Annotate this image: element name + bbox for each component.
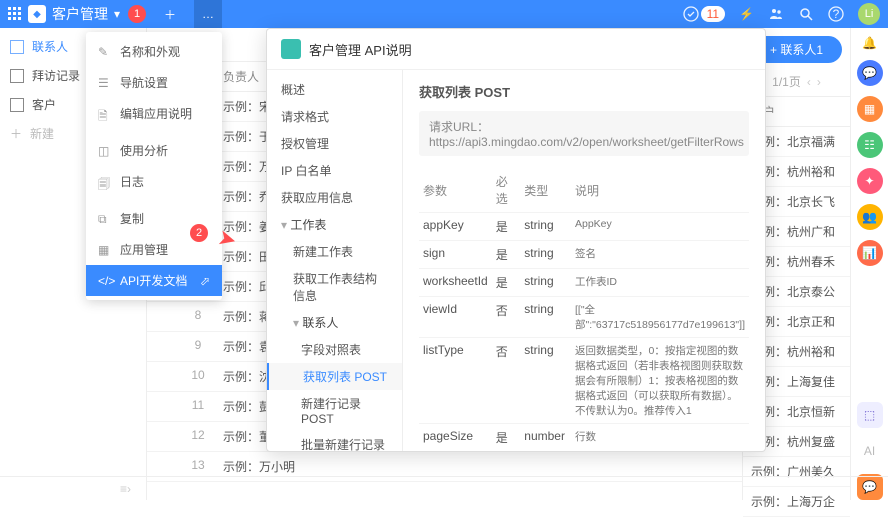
param-row: viewId否string[["全部":"63717c518956177d7e1…: [419, 297, 749, 338]
param-row: sign是string签名: [419, 241, 749, 269]
mi-log[interactable]: 🗐日志: [86, 166, 222, 197]
apin-wsstruct[interactable]: 获取工作表结构信息: [267, 265, 402, 309]
apin-newrec[interactable]: 新建行记录 POST: [267, 390, 402, 431]
nav-icon: ☰: [98, 76, 112, 90]
mi-usage[interactable]: ◫使用分析: [86, 135, 222, 166]
notif-count[interactable]: 11: [701, 6, 725, 22]
apin-worksheet[interactable]: ▾ 工作表: [267, 211, 402, 238]
params-table: 参数 必选 类型 说明 appKey是stringAppKeysign是stri…: [419, 168, 749, 451]
app-icon-3[interactable]: ☷: [857, 132, 883, 158]
help-icon[interactable]: ?: [828, 6, 844, 22]
param-row: listType否string返回数据类型，0：按指定视图的数据格式返回（若非表…: [419, 338, 749, 424]
api-content: 获取列表 POST 请求URL：https://api3.mingdao.com…: [403, 70, 765, 451]
apin-auth[interactable]: 授权管理: [267, 130, 402, 157]
nav-label: 拜访记录: [32, 67, 80, 84]
apin-fieldmap[interactable]: 字段对照表: [267, 336, 402, 363]
app-icon-7[interactable]: ⬚: [857, 402, 883, 428]
bell-icon[interactable]: 🔔: [862, 36, 877, 50]
badge-1: 1: [128, 5, 146, 23]
param-row: pageSize是number行数: [419, 424, 749, 452]
context-menu: ✎名称和外观 ☰导航设置 🗎编辑应用说明 ◫使用分析 🗐日志 ⧉复制 ▦应用管理…: [86, 32, 222, 300]
mi-apidoc[interactable]: </>API开发文档⬀: [86, 265, 222, 296]
svg-text:?: ?: [833, 7, 840, 21]
api-logo-icon: [281, 39, 301, 59]
apin-appinfo[interactable]: 获取应用信息: [267, 184, 402, 211]
chevron-down-icon[interactable]: ▾: [114, 7, 120, 21]
url-box: 请求URL：https://api3.mingdao.com/v2/open/w…: [419, 111, 749, 156]
apin-ipwl[interactable]: IP 白名单: [267, 157, 402, 184]
apin-getlist[interactable]: 获取列表 POST: [267, 363, 402, 390]
edit-icon: ✎: [98, 45, 112, 59]
grid-icon: ▦: [98, 243, 112, 257]
api-title: 客户管理 API说明: [309, 40, 412, 59]
apin-contacts[interactable]: ▾ 联系人: [267, 309, 402, 336]
api-panel: 客户管理 API说明 概述 请求格式 授权管理 IP 白名单 获取应用信息 ▾ …: [266, 28, 766, 452]
apps-grid-icon[interactable]: [8, 7, 22, 21]
external-link-icon: ⬀: [200, 274, 210, 288]
chevron-down-icon: ▾: [281, 218, 290, 232]
app-icon-4[interactable]: ✦: [857, 168, 883, 194]
code-icon: </>: [98, 274, 112, 288]
people-icon[interactable]: [768, 6, 784, 22]
param-row: worksheetId是string工作表ID: [419, 269, 749, 297]
bottombar: ≡›: [0, 476, 888, 500]
search-icon[interactable]: [798, 6, 814, 22]
apin-wsnew[interactable]: 新建工作表: [267, 238, 402, 265]
collapse-icon[interactable]: ≡›: [120, 482, 131, 496]
param-row: appKey是stringAppKey: [419, 213, 749, 241]
plus-icon: ＋: [10, 125, 22, 142]
apin-batchnew[interactable]: 批量新建行记录 POST: [267, 431, 402, 451]
log-icon: 🗐: [98, 175, 112, 189]
api-header: 客户管理 API说明: [267, 29, 765, 70]
mi-navsetting[interactable]: ☰导航设置: [86, 67, 222, 98]
bolt-icon[interactable]: ⚡: [739, 7, 754, 21]
app-logo-icon: ◆: [28, 5, 46, 23]
app-icon-6[interactable]: 📊: [857, 240, 883, 266]
apin-overview[interactable]: 概述: [267, 76, 402, 103]
ai-icon[interactable]: AI: [857, 438, 883, 464]
copy-icon: ⧉: [98, 212, 112, 226]
nav-label: 新建: [30, 125, 54, 142]
api-content-title: 获取列表 POST: [419, 82, 749, 101]
app-icon-5[interactable]: 👥: [857, 204, 883, 230]
mi-editdesc[interactable]: 🗎编辑应用说明: [86, 98, 222, 129]
chart-icon: ◫: [98, 144, 112, 158]
sidebar-icons: 🔔 💬 ▦ ☷ ✦ 👥 📊 ⬚ AI 💬: [850, 28, 888, 500]
more-tab[interactable]: …: [194, 0, 222, 28]
app-icon-2[interactable]: ▦: [857, 96, 883, 122]
params-head: 参数 必选 类型 说明: [419, 168, 749, 213]
next-page-icon[interactable]: ›: [817, 75, 821, 89]
mi-appearance[interactable]: ✎名称和外观: [86, 36, 222, 67]
topbar: ◆ 客户管理 ▾ 1 ＋ … 11 ⚡ ? Li: [0, 0, 888, 28]
doc-icon: 🗎: [98, 107, 112, 121]
check-circle-icon[interactable]: [683, 6, 699, 22]
plus-tab[interactable]: ＋: [156, 0, 184, 28]
avatar[interactable]: Li: [858, 3, 880, 25]
nav-label: 联系人: [32, 38, 68, 55]
nav-label: 客户: [32, 96, 56, 113]
app-title[interactable]: 客户管理: [52, 4, 108, 24]
badge-2: 2: [190, 224, 208, 242]
app-icon-1[interactable]: 💬: [857, 60, 883, 86]
api-nav: 概述 请求格式 授权管理 IP 白名单 获取应用信息 ▾ 工作表 新建工作表 获…: [267, 70, 403, 451]
chevron-down-icon: ▾: [293, 316, 302, 330]
prev-page-icon[interactable]: ‹: [807, 75, 811, 89]
apin-reqfmt[interactable]: 请求格式: [267, 103, 402, 130]
